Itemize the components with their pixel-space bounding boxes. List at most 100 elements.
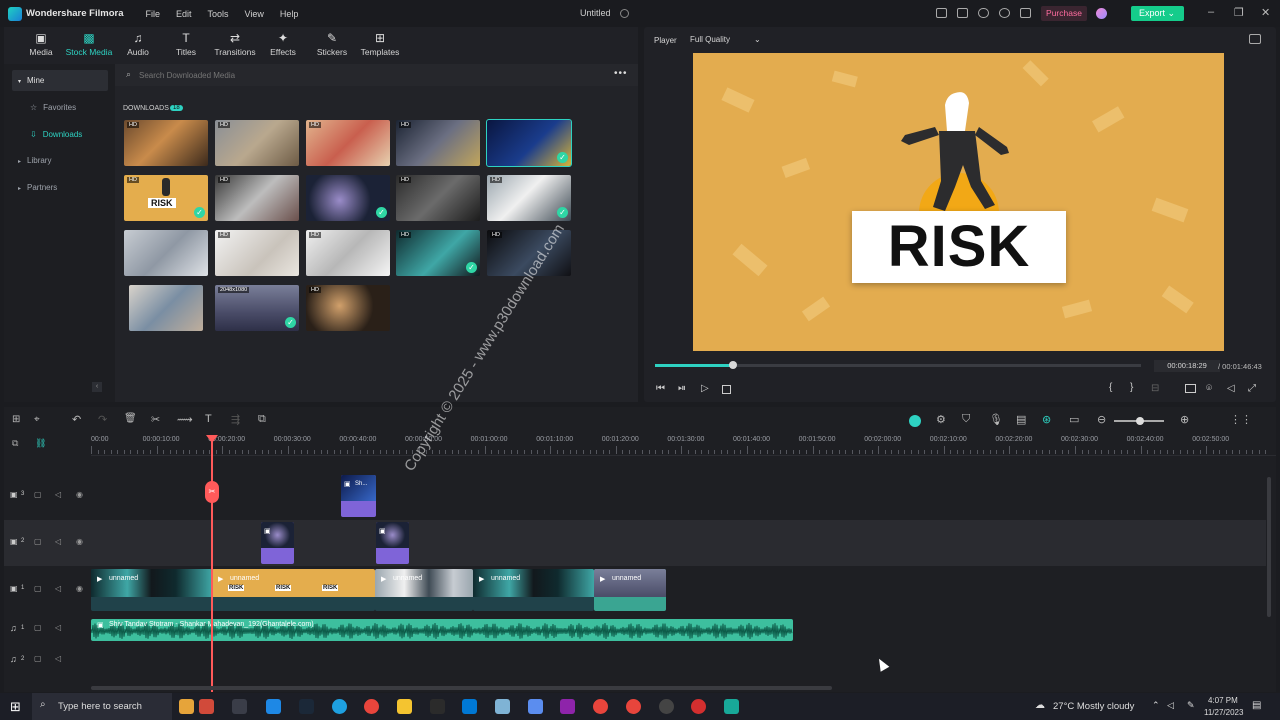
- track-menu-icon[interactable]: ⋮⋮: [1230, 413, 1252, 426]
- menu-file[interactable]: File: [146, 9, 161, 19]
- notification-icon[interactable]: [1020, 8, 1031, 18]
- snap-icon[interactable]: ⊛: [1042, 413, 1051, 426]
- weather-text[interactable]: 27°C Mostly cloudy: [1053, 701, 1134, 712]
- cloud-icon[interactable]: [978, 8, 989, 18]
- search-input[interactable]: [139, 67, 439, 83]
- media-thumbnail[interactable]: ✓: [306, 175, 390, 221]
- mute-icon[interactable]: ◁: [55, 537, 61, 546]
- gift-app-icon[interactable]: [199, 699, 214, 714]
- media-thumbnail[interactable]: HD: [306, 230, 390, 276]
- media-thumbnail[interactable]: [124, 230, 208, 276]
- tab-titles[interactable]: T Titles: [172, 32, 200, 58]
- task-view-icon[interactable]: [232, 699, 247, 714]
- mark-in-icon[interactable]: {: [1109, 382, 1112, 393]
- scrubber-handle[interactable]: [728, 361, 737, 369]
- timeline-ruler[interactable]: 00:00 00:00:10:00 00:00:20:00 00:00:30:00 00…: [91, 434, 1276, 456]
- camera-icon[interactable]: ⌾: [1206, 383, 1212, 394]
- taskbar-time[interactable]: 4:07 PM: [1208, 696, 1238, 705]
- redo-icon[interactable]: ↷: [98, 413, 107, 426]
- play-icon[interactable]: ▷: [701, 383, 709, 394]
- menu-help[interactable]: Help: [280, 9, 299, 19]
- display-icon[interactable]: [1185, 384, 1196, 393]
- tab-effects[interactable]: ✦ Effects: [268, 32, 298, 58]
- media-thumbnail[interactable]: HD: [396, 175, 480, 221]
- media-thumbnail[interactable]: HD: [215, 120, 299, 166]
- save-icon[interactable]: [957, 8, 968, 18]
- playhead[interactable]: [211, 437, 213, 692]
- media-thumbnail[interactable]: HD: [215, 175, 299, 221]
- speaker-icon[interactable]: ◁: [1167, 700, 1174, 711]
- support-icon[interactable]: [999, 8, 1010, 18]
- shield-icon[interactable]: ⛉: [962, 413, 970, 426]
- chrome-app-icon[interactable]: [626, 699, 641, 714]
- more-options-icon[interactable]: •••: [614, 68, 628, 79]
- folder-icon[interactable]: ▢: [34, 623, 42, 632]
- voiceover-icon[interactable]: ▤: [1016, 413, 1026, 426]
- add-track-icon[interactable]: ⧉: [12, 438, 18, 449]
- xd-app-icon[interactable]: [560, 699, 575, 714]
- render-icon[interactable]: [909, 415, 921, 427]
- media-thumbnail[interactable]: HD: [215, 230, 299, 276]
- zoom-slider-handle[interactable]: [1136, 417, 1144, 425]
- app-icon[interactable]: [528, 699, 543, 714]
- mute-icon[interactable]: ◁: [55, 654, 61, 663]
- zoom-in-icon[interactable]: ⊕: [1180, 413, 1189, 426]
- video-clip[interactable]: ▶ unnamed: [91, 569, 212, 611]
- media-thumbnail[interactable]: HD: [306, 120, 390, 166]
- cut-icon[interactable]: ✂: [151, 413, 160, 426]
- mark-out-icon[interactable]: }: [1130, 382, 1133, 393]
- snapshot-frame-icon[interactable]: [1249, 34, 1261, 44]
- windows-start-icon[interactable]: ⊞: [10, 699, 21, 715]
- tab-media[interactable]: ▣ Media: [26, 32, 56, 58]
- eye-icon[interactable]: ◉: [76, 584, 83, 593]
- sidebar-item-mine[interactable]: ▾ Mine: [12, 70, 108, 91]
- pen-icon[interactable]: ✎: [1187, 700, 1195, 711]
- zoom-out-icon[interactable]: ⊖: [1097, 413, 1106, 426]
- record-app-icon[interactable]: [691, 699, 706, 714]
- sticker-clip[interactable]: ▣: [376, 522, 409, 564]
- app-icon[interactable]: [495, 699, 510, 714]
- menu-view[interactable]: View: [245, 9, 264, 19]
- stop-icon[interactable]: [722, 385, 731, 394]
- audio-split-icon[interactable]: ⟿: [177, 413, 193, 426]
- collapse-sidebar-icon[interactable]: ‹: [92, 382, 102, 392]
- crop-icon[interactable]: ⧉: [258, 413, 266, 426]
- eye-icon[interactable]: ◉: [76, 490, 83, 499]
- undo-icon[interactable]: ↶: [72, 413, 81, 426]
- menu-edit[interactable]: Edit: [176, 9, 192, 19]
- tab-transitions[interactable]: ⇄ Transitions: [212, 32, 258, 58]
- layout-icon[interactable]: [936, 8, 947, 18]
- eye-icon[interactable]: ◉: [76, 537, 83, 546]
- delete-icon[interactable]: 🗑: [124, 413, 137, 424]
- sidebar-item-partners[interactable]: ▸ Partners: [12, 177, 108, 198]
- sidebar-item-library[interactable]: ▸ Library: [12, 150, 108, 171]
- sticker-clip[interactable]: ▣ Sh...: [341, 475, 376, 517]
- video-clip-selected[interactable]: ▶ unnamed: [594, 569, 666, 611]
- caption-icon[interactable]: ▭: [1069, 413, 1079, 426]
- sticker-clip[interactable]: ▣: [261, 522, 294, 564]
- media-thumbnail[interactable]: HD: [124, 120, 208, 166]
- mute-icon[interactable]: ◁: [55, 490, 61, 499]
- sidebar-item-downloads[interactable]: ⇩ Downloads: [12, 124, 108, 145]
- media-thumbnail[interactable]: HD RISK ✓: [124, 175, 208, 221]
- audio-clip[interactable]: ▣ Shiv Tandav Stotram - Shankar Mahadeva…: [91, 619, 793, 641]
- media-thumbnail[interactable]: HD: [306, 285, 390, 331]
- quality-dropdown[interactable]: Full Quality ⌄: [690, 33, 764, 47]
- folder-icon[interactable]: ▢: [34, 537, 42, 546]
- taskbar-date[interactable]: 11/27/2023: [1204, 708, 1243, 717]
- maximize-icon[interactable]: ❐: [1234, 6, 1244, 19]
- scissors-icon[interactable]: ✂: [205, 481, 219, 503]
- chevron-up-icon[interactable]: ⌃: [1152, 700, 1160, 711]
- timeline-scrollbar[interactable]: [91, 686, 832, 690]
- folder-icon[interactable]: ▢: [34, 490, 42, 499]
- chrome-app-icon[interactable]: [364, 699, 379, 714]
- video-clip[interactable]: ▶ unnamed: [473, 569, 594, 611]
- marker-icon[interactable]: ⊟: [1151, 383, 1159, 394]
- microphone-icon[interactable]: 🎙: [989, 413, 1003, 426]
- edge-app-icon[interactable]: [332, 699, 347, 714]
- taskbar-search[interactable]: ⌕ Type here to search: [32, 693, 172, 720]
- folder-icon[interactable]: ▢: [34, 654, 42, 663]
- tab-stock-media[interactable]: ▩ Stock Media: [64, 32, 114, 58]
- play-frame-icon[interactable]: ⏯: [678, 383, 686, 394]
- vertical-scrollbar[interactable]: [1267, 477, 1271, 617]
